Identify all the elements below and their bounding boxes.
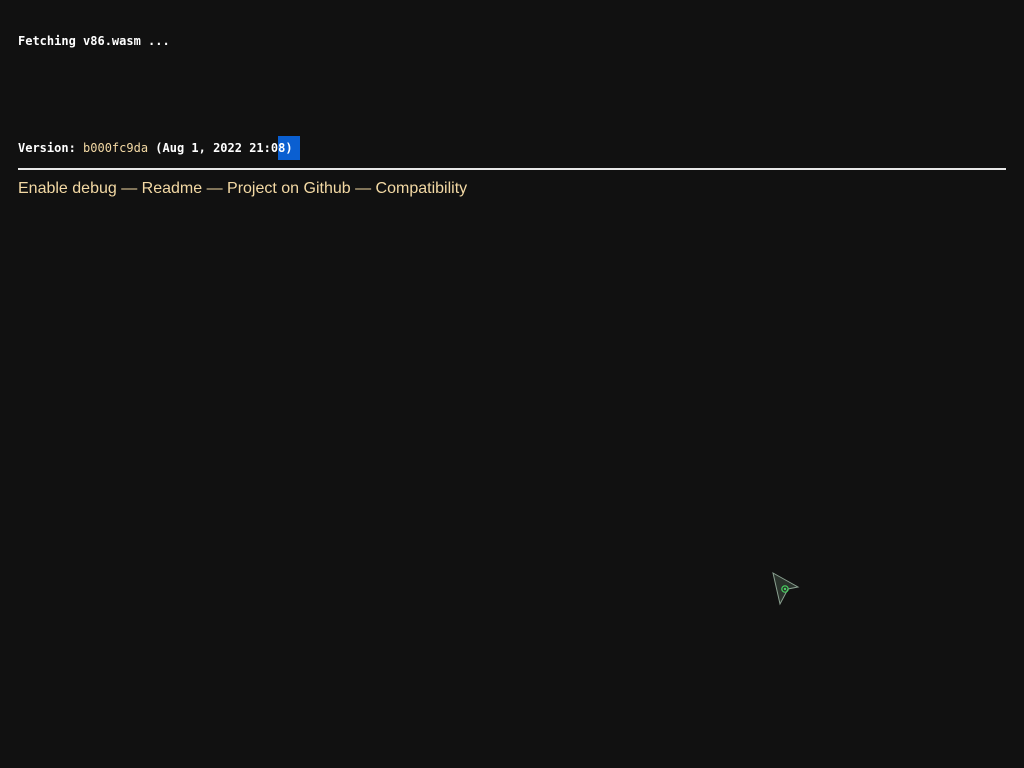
text-selection: 8) [278, 136, 300, 160]
footer-links: Enable debug — Readme — Project on Githu… [18, 178, 467, 200]
loading-status-text: Fetching v86.wasm ... [18, 34, 170, 48]
readme-link[interactable]: Readme [142, 180, 202, 197]
link-separator: — [116, 180, 142, 197]
version-hash: b000fc9da [83, 141, 149, 155]
version-label: Version: [18, 141, 84, 155]
compatibility-link[interactable]: Compatibility [376, 180, 468, 197]
version-date: (Aug 1, 2022 21:0 [148, 141, 279, 155]
link-separator: — [350, 180, 376, 197]
link-separator: — [202, 180, 228, 197]
enable-debug-link[interactable]: Enable debug [18, 180, 117, 197]
github-link[interactable]: Project on Github [227, 180, 351, 197]
version-line: Version: b000fc9da (Aug 1, 2022 21:08) [18, 136, 300, 160]
arrow-pointer-icon [772, 572, 800, 606]
horizontal-rule [18, 168, 1006, 170]
